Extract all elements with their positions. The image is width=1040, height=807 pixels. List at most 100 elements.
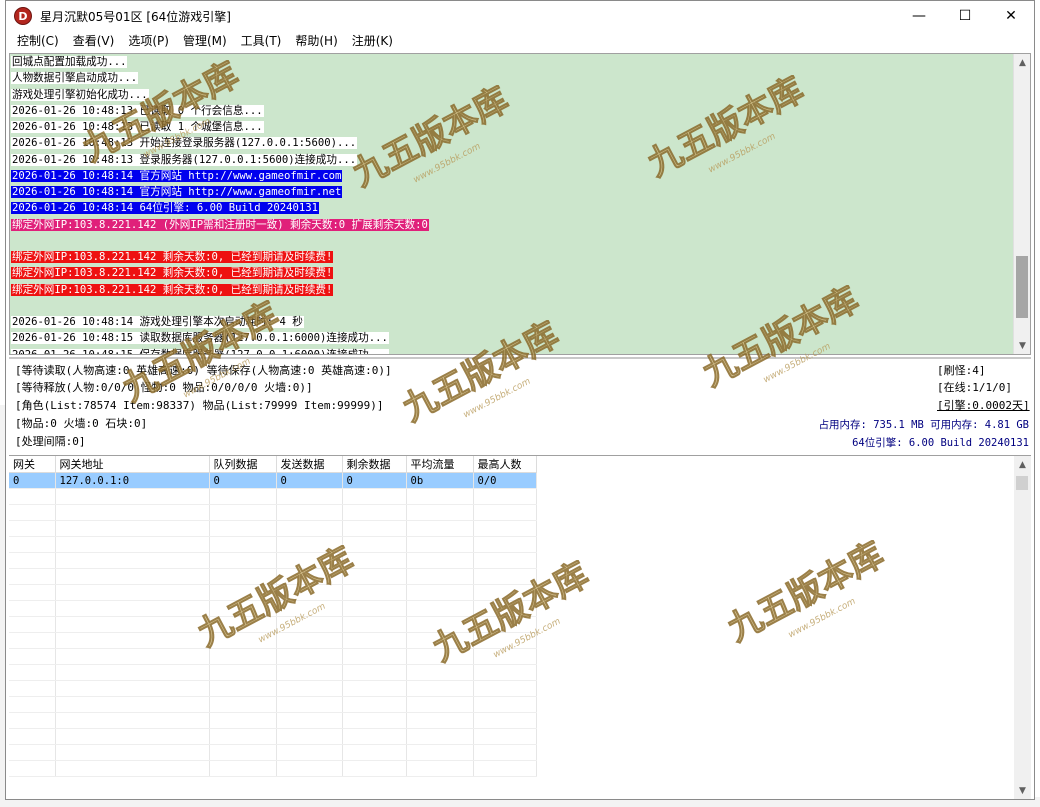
log-line: 人物数据引擎启动成功... xyxy=(11,70,429,86)
menu-view[interactable]: 查看(V) xyxy=(66,31,122,51)
table-cell xyxy=(473,584,537,601)
table-cell xyxy=(209,664,277,681)
log-line: 2026-01-26 10:48:13 登录服务器(127.0.0.1:5600… xyxy=(11,152,429,168)
table-cell: 0b xyxy=(406,472,474,489)
table-row[interactable] xyxy=(9,712,537,729)
table-cell: 0 xyxy=(276,472,343,489)
col-gateway[interactable]: 网关 xyxy=(9,456,56,473)
menu-tools[interactable]: 工具(T) xyxy=(234,31,289,51)
col-queue-data[interactable]: 队列数据 xyxy=(209,456,277,473)
log-line: 绑定外网IP:103.8.221.142 剩余天数:0, 已经到期请及时续费! xyxy=(11,265,429,281)
table-row[interactable] xyxy=(9,504,537,521)
table-row[interactable] xyxy=(9,536,537,553)
table-cell xyxy=(406,568,474,585)
table-row[interactable] xyxy=(9,632,537,649)
table-cell xyxy=(209,760,277,777)
table-cell xyxy=(209,648,277,665)
log-line-text: 绑定外网IP:103.8.221.142 剩余天数:0, 已经到期请及时续费! xyxy=(11,283,334,296)
table-row[interactable] xyxy=(9,568,537,585)
table-cell xyxy=(209,504,277,521)
menu-options[interactable]: 选项(P) xyxy=(121,31,176,51)
table-cell xyxy=(406,552,474,569)
minimize-button[interactable]: — xyxy=(896,1,942,31)
table-cell xyxy=(276,568,343,585)
table-cell xyxy=(209,712,277,729)
table-cell xyxy=(9,568,56,585)
log-line-text xyxy=(11,300,13,312)
table-cell xyxy=(276,696,343,713)
table-row[interactable] xyxy=(9,664,537,681)
table-cell xyxy=(406,504,474,521)
table-row[interactable] xyxy=(9,680,537,697)
grid-scroll-down-arrow-icon[interactable]: ▼ xyxy=(1014,782,1031,799)
table-row[interactable] xyxy=(9,728,537,745)
scroll-down-arrow-icon[interactable]: ▼ xyxy=(1014,337,1030,354)
log-scrollbar[interactable]: ▲ ▼ xyxy=(1013,54,1030,354)
table-cell xyxy=(473,648,537,665)
col-gateway-address[interactable]: 网关地址 xyxy=(55,456,210,473)
table-cell xyxy=(276,616,343,633)
table-cell xyxy=(342,728,407,745)
col-send-data[interactable]: 发送数据 xyxy=(276,456,343,473)
table-cell xyxy=(473,712,537,729)
table-cell xyxy=(9,584,56,601)
col-remaining-data[interactable]: 剩余数据 xyxy=(342,456,407,473)
table-row[interactable]: 0 127.0.0.1:0 0 0 0 0b 0/0 xyxy=(9,472,537,489)
window-controls: — ☐ ✕ xyxy=(896,1,1034,31)
table-row[interactable] xyxy=(9,696,537,713)
maximize-button[interactable]: ☐ xyxy=(942,1,988,31)
scroll-up-arrow-icon[interactable]: ▲ xyxy=(1014,54,1030,71)
table-cell xyxy=(55,648,210,665)
table-cell xyxy=(406,600,474,617)
table-cell xyxy=(55,488,210,505)
table-cell xyxy=(9,488,56,505)
menu-help[interactable]: 帮助(H) xyxy=(288,31,344,51)
grid-scrollbar[interactable]: ▲ ▼ xyxy=(1014,456,1031,799)
menu-register[interactable]: 注册(K) xyxy=(345,31,400,51)
table-cell xyxy=(342,632,407,649)
table-cell: 0/0 xyxy=(473,472,537,489)
table-row[interactable] xyxy=(9,760,537,777)
table-row[interactable] xyxy=(9,520,537,537)
status-refresh-monsters: [刷怪:4] xyxy=(937,364,986,377)
engine-window: D 星月沉默05号01区 [64位游戏引擎] — ☐ ✕ 控制(C) 查看(V)… xyxy=(5,0,1035,800)
col-max-users[interactable]: 最高人数 xyxy=(473,456,537,473)
gateway-grid[interactable]: 网关 网关地址 队列数据 发送数据 剩余数据 平均流量 最高人数 0 127.0.… xyxy=(9,455,1031,799)
grid-scroll-thumb[interactable] xyxy=(1016,476,1028,490)
close-button[interactable]: ✕ xyxy=(988,1,1034,31)
log-line: 2026-01-26 10:48:13 开始连接登录服务器(127.0.0.1:… xyxy=(11,135,429,151)
table-cell xyxy=(342,616,407,633)
log-line-text: 2026-01-26 10:48:15 读取数据库服务器(127.0.0.1:6… xyxy=(11,332,389,345)
table-cell xyxy=(55,536,210,553)
menu-control[interactable]: 控制(C) xyxy=(10,31,66,51)
table-cell xyxy=(55,520,210,537)
window-title: 星月沉默05号01区 [64位游戏引擎] xyxy=(40,9,231,24)
table-cell xyxy=(473,632,537,649)
table-row[interactable] xyxy=(9,648,537,665)
table-cell xyxy=(55,600,210,617)
table-row[interactable] xyxy=(9,584,537,601)
table-cell xyxy=(342,520,407,537)
log-panel[interactable]: 回城点配置加载成功... 人物数据引擎启动成功... 游戏处理引擎初始化成功... 2… xyxy=(9,53,1031,355)
table-row[interactable] xyxy=(9,616,537,633)
table-row[interactable] xyxy=(9,488,537,505)
table-cell xyxy=(55,632,210,649)
col-average-flow[interactable]: 平均流量 xyxy=(406,456,474,473)
menu-manage[interactable]: 管理(M) xyxy=(176,31,234,51)
table-cell xyxy=(473,568,537,585)
log-line-text: 绑定外网IP:103.8.221.142 剩余天数:0, 已经到期请及时续费! xyxy=(11,251,334,263)
log-scroll-thumb[interactable] xyxy=(1016,256,1028,318)
table-cell xyxy=(406,696,474,713)
log-line: 绑定外网IP:103.8.221.142 剩余天数:0, 已经到期请及时续费! xyxy=(11,282,429,298)
title-bar[interactable]: D 星月沉默05号01区 [64位游戏引擎] — ☐ ✕ xyxy=(6,1,1034,31)
grid-scroll-up-arrow-icon[interactable]: ▲ xyxy=(1014,456,1031,473)
table-cell xyxy=(342,680,407,697)
table-row[interactable] xyxy=(9,552,537,569)
table-cell xyxy=(342,536,407,553)
table-cell xyxy=(406,520,474,537)
table-row[interactable] xyxy=(9,744,537,761)
table-cell xyxy=(276,680,343,697)
status-memory: 占用内存: 735.1 MB 可用内存: 4.81 GB xyxy=(818,419,1029,431)
table-cell xyxy=(9,536,56,553)
table-row[interactable] xyxy=(9,600,537,617)
